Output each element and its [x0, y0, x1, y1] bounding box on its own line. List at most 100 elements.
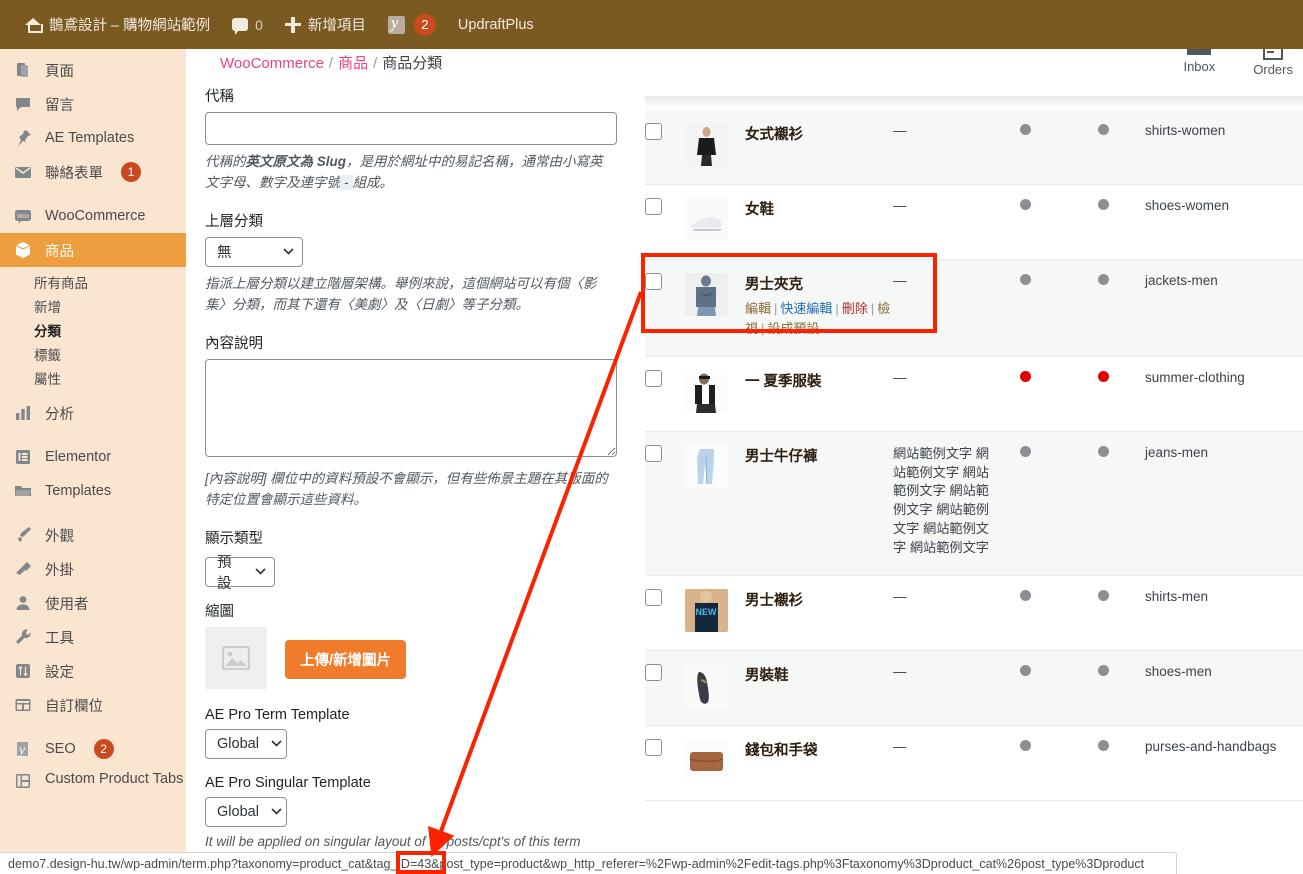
- row-checkbox[interactable]: [645, 739, 662, 757]
- count-indicator: [1019, 274, 1031, 285]
- row-action-edit[interactable]: 編輯: [745, 301, 771, 316]
- count-indicator: [1019, 446, 1031, 457]
- sidebar-item-settings[interactable]: 設定: [0, 654, 186, 688]
- table-row[interactable]: NEW 男士襯衫 — shirts-men: [645, 575, 1303, 652]
- sidebar-label: 外掛: [45, 562, 74, 579]
- category-name[interactable]: 女鞋: [745, 198, 893, 219]
- product-tabs-icon: [13, 771, 33, 791]
- category-slug: shoes-men: [1145, 664, 1212, 680]
- upload-image-button[interactable]: 上傳/新增圖片: [285, 639, 407, 679]
- add-category-form: 代稱 代稱的英文原文為 Slug，是用於網址中的易記名稱，通常由小寫英文字母、數…: [205, 85, 635, 874]
- sidebar-item-analytics[interactable]: 分析: [0, 396, 186, 430]
- submenu-item-attributes[interactable]: 屬性: [0, 366, 186, 390]
- sidebar-label: 頁面: [45, 63, 74, 80]
- submenu-item-categories[interactable]: 分類: [0, 318, 186, 342]
- admin-bar-new-item[interactable]: 新增項目: [274, 0, 377, 49]
- row-checkbox[interactable]: [645, 273, 662, 290]
- product-thumbnail: [685, 370, 728, 413]
- category-name[interactable]: 男士夾克: [745, 273, 893, 294]
- sidebar-item-contact-forms[interactable]: 聯絡表單 1: [0, 155, 186, 189]
- category-name[interactable]: 男士襯衫: [745, 589, 893, 610]
- sidebar-label: 工具: [45, 630, 74, 647]
- category-slug: shirts-women: [1145, 123, 1226, 138]
- slug-desc-pre: 代稱的: [205, 154, 246, 169]
- category-name[interactable]: 男裝鞋: [745, 664, 893, 685]
- row-checkbox[interactable]: [645, 445, 662, 462]
- count-indicator-2: [1097, 199, 1109, 210]
- chevron-down-icon: [271, 740, 282, 747]
- row-checkbox[interactable]: [645, 664, 662, 682]
- breadcrumb-woocommerce[interactable]: WooCommerce: [220, 55, 324, 72]
- sidebar-item-products[interactable]: 商品: [0, 233, 186, 267]
- product-thumbnail: [685, 445, 728, 488]
- content-textarea[interactable]: [205, 358, 617, 457]
- sidebar-item-seo[interactable]: y SEO 2: [0, 732, 186, 766]
- sidebar-item-appearance[interactable]: 外觀: [0, 518, 186, 552]
- slug-input[interactable]: [205, 112, 617, 145]
- submenu-item-all-products[interactable]: 所有商品: [0, 270, 186, 294]
- slug-desc-post: 組成。: [352, 174, 394, 190]
- row-checkbox[interactable]: [645, 198, 662, 215]
- settings-sliders-icon: [13, 661, 33, 681]
- slug-description: 代稱的英文原文為 Slug，是用於網址中的易記名稱，通常由小寫英文字母、數字及連…: [205, 152, 615, 194]
- sidebar-label: Templates: [45, 483, 112, 499]
- sidebar-item-ae-templates[interactable]: AE Templates: [0, 121, 186, 155]
- ae-term-template-select[interactable]: Global: [205, 728, 287, 759]
- svg-text:NEW: NEW: [696, 607, 718, 617]
- table-row[interactable]: 一 夏季服裝 — summer-clothing: [645, 356, 1303, 432]
- count-indicator-2: [1097, 740, 1109, 752]
- yoast-seo-icon: [387, 15, 405, 34]
- row-checkbox[interactable]: [645, 123, 662, 140]
- table-row[interactable]: 錢包和手袋 — purses-and-handbags: [645, 725, 1303, 802]
- admin-bar-site-name[interactable]: 鵲鳶設計 – 購物網站範例: [14, 0, 221, 49]
- count-indicator: [1019, 590, 1031, 602]
- admin-bar-updraftplus[interactable]: UpdraftPlus: [447, 0, 545, 49]
- display-type-select[interactable]: 預設: [205, 555, 275, 592]
- sidebar-item-templates[interactable]: Templates: [0, 474, 186, 508]
- sidebar-item-users[interactable]: 使用者: [0, 586, 186, 620]
- admin-bar-yoast[interactable]: 2: [377, 0, 447, 49]
- main-content: 代稱 代稱的英文原文為 Slug，是用於網址中的易記名稱，通常由小寫英文字母、數…: [186, 49, 1303, 874]
- sidebar-item-custom-product-tabs[interactable]: Custom Product Tabs: [0, 766, 186, 812]
- row-action-delete[interactable]: 刪除: [842, 301, 868, 316]
- table-row[interactable]: 男裝鞋 — shoes-men: [645, 650, 1303, 727]
- sidebar-item-plugins[interactable]: 外掛: [0, 552, 186, 586]
- ae-singular-template-select[interactable]: Global: [205, 796, 287, 827]
- table-row-jackets-men[interactable]: 男士夾克 編輯 | 快速編輯 | 刪除 | 檢視 | 設成預設 — jackets-men: [645, 259, 1303, 357]
- sidebar-item-tools[interactable]: 工具: [0, 620, 186, 654]
- row-checkbox[interactable]: [645, 370, 662, 387]
- sidebar-item-woocommerce[interactable]: Woo WooCommerce: [0, 199, 186, 233]
- parent-select[interactable]: 無: [205, 236, 303, 267]
- table-row[interactable]: 男士牛仔褲 網站範例文字 網站範例文字 網站範例文字 網站範例文字 網站範例文字…: [645, 431, 1303, 577]
- count-indicator: [1019, 124, 1031, 135]
- table-row[interactable]: 女式襯衫 — shirts-women: [645, 110, 1303, 185]
- sidebar-label: AE Templates: [45, 130, 135, 146]
- submenu-item-tags[interactable]: 標籤: [0, 342, 186, 366]
- sidebar-item-comments[interactable]: 留言: [0, 87, 186, 121]
- category-name[interactable]: 男士牛仔褲: [745, 445, 893, 466]
- slug-field-group: 代稱 代稱的英文原文為 Slug，是用於網址中的易記名稱，通常由小寫英文字母、數…: [205, 85, 635, 194]
- tools-wrench-icon: [13, 627, 33, 647]
- category-name[interactable]: 一 夏季服裝: [745, 370, 893, 391]
- category-name[interactable]: 錢包和手袋: [745, 739, 893, 760]
- row-action-set-default[interactable]: 設成預設: [767, 321, 819, 336]
- table-row[interactable]: 女鞋 — shoes-women: [645, 184, 1303, 260]
- slug-desc-code: -: [340, 174, 353, 190]
- row-action-quick-edit[interactable]: 快速編輯: [780, 301, 832, 316]
- admin-bar-comments[interactable]: 0: [221, 0, 274, 49]
- comments-count: 0: [255, 16, 263, 33]
- ae-singular-template-group: AE Pro Singular Template Global It will …: [205, 775, 635, 853]
- breadcrumb-products[interactable]: 商品: [338, 55, 368, 72]
- count-indicator: [1019, 371, 1031, 382]
- plus-icon: [284, 16, 301, 33]
- sidebar-divider: [0, 430, 186, 440]
- plugins-plug-icon: [13, 559, 33, 579]
- row-checkbox[interactable]: [645, 589, 662, 607]
- category-name[interactable]: 女式襯衫: [745, 123, 893, 144]
- sidebar-item-elementor[interactable]: Elementor: [0, 440, 186, 474]
- sidebar-item-pages[interactable]: 頁面: [0, 53, 186, 87]
- product-thumbnail: NEW: [685, 589, 728, 633]
- sidebar-item-custom-fields[interactable]: 自訂欄位: [0, 688, 186, 722]
- submenu-item-add-new[interactable]: 新增: [0, 294, 186, 318]
- count-indicator-2: [1097, 590, 1109, 602]
